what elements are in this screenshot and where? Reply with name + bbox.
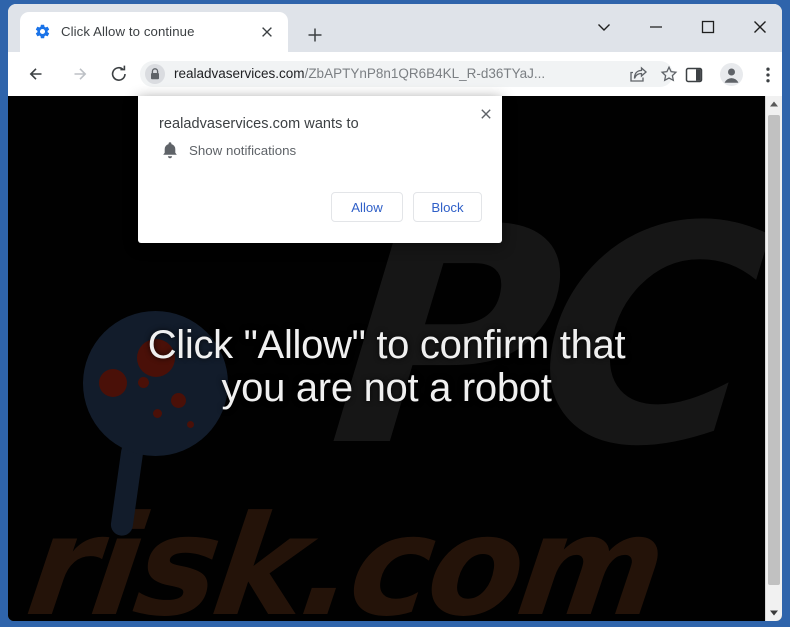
back-arrow-icon[interactable] <box>23 60 51 88</box>
window-close-icon[interactable] <box>738 12 782 42</box>
tab-strip: Click Allow to continue <box>8 4 782 52</box>
scroll-down-arrow-icon[interactable] <box>766 604 782 621</box>
new-tab-button[interactable] <box>304 24 326 46</box>
minimize-icon[interactable] <box>634 12 678 42</box>
browser-toolbar: realadvaservices.com/ZbAPTYnP8n1QR6B4KL_… <box>8 52 782 96</box>
share-icon[interactable] <box>628 64 648 84</box>
close-icon[interactable] <box>258 23 276 41</box>
reload-icon[interactable] <box>105 60 133 88</box>
url-text: realadvaservices.com/ZbAPTYnP8n1QR6B4KL_… <box>174 65 614 83</box>
scroll-up-arrow-icon[interactable] <box>766 96 782 113</box>
tab-search-chevron-down-icon[interactable] <box>582 12 626 42</box>
germ-dot <box>153 409 162 418</box>
block-button[interactable]: Block <box>413 192 482 222</box>
bell-icon <box>160 140 180 162</box>
dialog-title: realadvaservices.com wants to <box>159 116 359 132</box>
germ-dot <box>187 421 194 428</box>
vertical-scrollbar[interactable] <box>765 96 782 621</box>
avatar[interactable] <box>720 63 743 86</box>
close-icon[interactable] <box>476 104 496 124</box>
permission-item-label: Show notifications <box>189 143 297 158</box>
gear-icon <box>34 23 51 40</box>
window-inner: Click Allow to continue realadvaservices… <box>8 4 782 621</box>
browser-tab[interactable]: Click Allow to continue <box>20 12 288 52</box>
forward-arrow-icon[interactable] <box>65 60 93 88</box>
allow-button[interactable]: Allow <box>331 192 403 222</box>
url-domain: realadvaservices.com <box>174 66 305 81</box>
headline-line-1: Click "Allow" to confirm that <box>147 323 626 367</box>
lock-icon[interactable] <box>145 64 165 84</box>
url-path: /ZbAPTYnP8n1QR6B4KL_R-d36TYaJ... <box>304 66 546 81</box>
maximize-icon[interactable] <box>686 12 730 42</box>
side-panel-icon[interactable] <box>684 65 704 85</box>
headline-line-2: you are not a robot <box>221 366 552 410</box>
page-headline: Click "Allow" to confirm that you are no… <box>8 324 765 410</box>
notification-permission-dialog: realadvaservices.com wants to Show notif… <box>138 96 502 243</box>
window-frame: Click Allow to continue realadvaservices… <box>0 0 790 627</box>
address-bar[interactable]: realadvaservices.com/ZbAPTYnP8n1QR6B4KL_… <box>140 61 678 87</box>
browser-window-screenshot: Click Allow to continue realadvaservices… <box>0 0 790 627</box>
kebab-menu-icon[interactable] <box>758 65 778 85</box>
scrollbar-thumb[interactable] <box>768 115 780 585</box>
bookmark-star-icon[interactable] <box>659 64 679 84</box>
tab-title: Click Allow to continue <box>61 24 195 39</box>
